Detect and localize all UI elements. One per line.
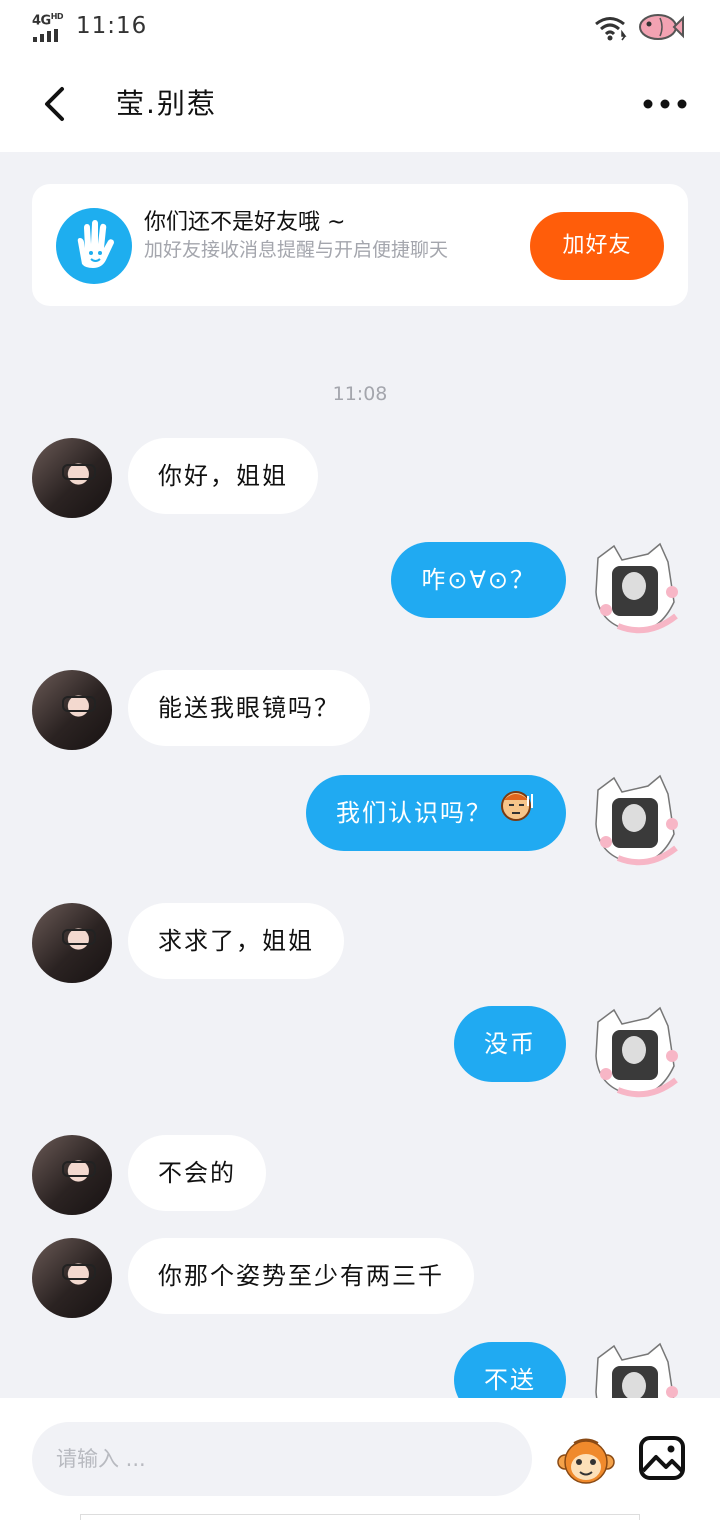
network-sup: HD	[50, 12, 64, 21]
network-label: 4G	[32, 13, 51, 29]
my-avatar[interactable]	[588, 1006, 686, 1102]
message-text: 能送我眼镜吗？	[158, 694, 340, 722]
my-avatar[interactable]	[588, 774, 686, 870]
status-bar: 4GHD 11:16	[0, 0, 720, 56]
message-text: 咋⊙∀⊙？	[421, 566, 536, 594]
add-friend-card: 你们还不是好友哦 ~ 加好友接收消息提醒与开启便捷聊天 加好友	[32, 184, 688, 306]
contact-avatar[interactable]	[32, 1238, 112, 1318]
back-arrow-icon[interactable]	[38, 84, 74, 124]
input-bar	[0, 1398, 720, 1520]
monkey-emoji-icon[interactable]	[556, 1434, 616, 1486]
contact-avatar[interactable]	[32, 438, 112, 518]
more-dots-icon[interactable]	[640, 90, 690, 118]
my-avatar[interactable]	[588, 542, 686, 638]
add-friend-button[interactable]: 加好友	[530, 212, 664, 280]
contact-avatar[interactable]	[32, 670, 112, 750]
contact-avatar[interactable]	[32, 1135, 112, 1215]
friend-notice-subtitle: 加好友接收消息提醒与开启便捷聊天	[144, 239, 449, 261]
message-input-container	[32, 1422, 532, 1496]
message-text: 你好，姐姐	[158, 462, 288, 490]
message-text: 不会的	[158, 1159, 236, 1187]
friend-notice-title: 你们还不是好友哦 ~	[144, 210, 346, 235]
message-bubble-incoming[interactable]: 求求了，姐姐	[128, 903, 344, 979]
chat-title: 莹.别惹	[116, 87, 217, 120]
message-bubble-outgoing[interactable]: 没币	[454, 1006, 566, 1082]
wifi-icon	[594, 16, 628, 46]
fish-icon	[638, 12, 684, 46]
message-text: 求求了，姐姐	[158, 927, 314, 955]
message-bubble-incoming[interactable]: 不会的	[128, 1135, 266, 1211]
contact-avatar[interactable]	[32, 903, 112, 983]
message-text: 没币	[484, 1030, 536, 1058]
message-text: 不送	[484, 1366, 536, 1394]
my-avatar[interactable]	[588, 1342, 686, 1398]
message-bubble-outgoing[interactable]: 我们认识吗？	[306, 775, 566, 851]
message-bubble-incoming[interactable]: 能送我眼镜吗？	[128, 670, 370, 746]
message-text: 你那个姿势至少有两三千	[158, 1262, 444, 1290]
message-bubble-incoming[interactable]: 你那个姿势至少有两三千	[128, 1238, 474, 1314]
status-time: 11:16	[76, 13, 148, 39]
wave-hand-icon	[56, 208, 132, 284]
chat-header: 莹.别惹	[0, 56, 720, 152]
signal-icon: 4GHD	[32, 12, 66, 42]
keyboard-tray-edge	[80, 1514, 640, 1520]
message-input[interactable]	[32, 1422, 532, 1496]
chat-timestamp: 11:08	[332, 383, 388, 405]
message-bubble-incoming[interactable]: 你好，姐姐	[128, 438, 318, 514]
message-text: 我们认识吗？	[336, 799, 492, 827]
message-bubble-outgoing[interactable]: 咋⊙∀⊙？	[391, 542, 566, 618]
sweat-face-emoji	[498, 776, 536, 852]
image-icon[interactable]	[638, 1435, 686, 1481]
